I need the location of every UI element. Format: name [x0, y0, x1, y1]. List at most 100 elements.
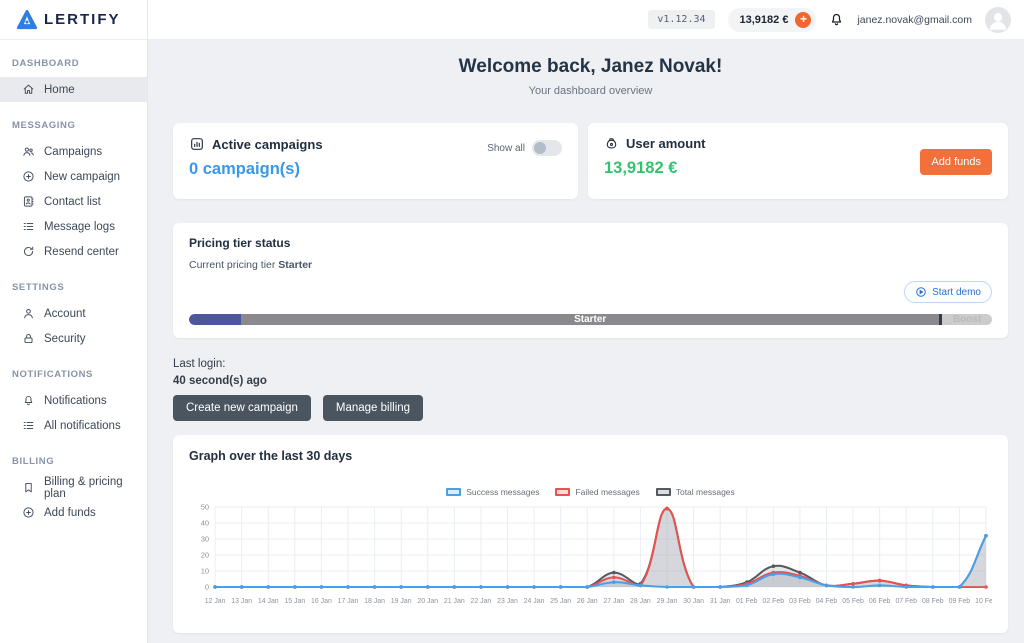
- sidebar-item-label: Resend center: [44, 246, 119, 258]
- sidebar-item-label: Message logs: [44, 221, 115, 233]
- money-bag-icon: [604, 136, 619, 151]
- user-icon: [22, 307, 35, 320]
- sidebar-item-home[interactable]: Home: [0, 77, 147, 102]
- page-title: Welcome back, Janez Novak!: [173, 56, 1008, 78]
- sidebar-item-resend-center[interactable]: Resend center: [0, 239, 147, 264]
- sidebar-item-contact-list[interactable]: Contact list: [0, 189, 147, 214]
- pricing-current-tier-value: Starter: [278, 259, 312, 271]
- svg-text:02 Feb: 02 Feb: [763, 598, 785, 605]
- toggle-knob: [534, 142, 546, 154]
- card-title: User amount: [626, 136, 705, 151]
- svg-text:21 Jan: 21 Jan: [444, 598, 465, 605]
- svg-text:16 Jan: 16 Jan: [311, 598, 332, 605]
- address-book-icon: [22, 195, 35, 208]
- svg-text:27 Jan: 27 Jan: [603, 598, 624, 605]
- brand-logo[interactable]: LERTIFY: [0, 0, 147, 40]
- sidebar-item-message-logs[interactable]: Message logs: [0, 214, 147, 239]
- legend-item[interactable]: Total messages: [656, 487, 735, 497]
- topbar: v1.12.34 13,9182 € + janez.novak@gmail.c…: [148, 0, 1024, 40]
- balance-amount: 13,9182 €: [740, 14, 789, 26]
- notifications-bell-icon[interactable]: [829, 12, 844, 27]
- legend-item[interactable]: Success messages: [446, 487, 539, 497]
- sidebar-item-notifications[interactable]: Notifications: [0, 388, 147, 413]
- sidebar-item-billing-pricing-plan[interactable]: Billing & pricing plan: [0, 475, 147, 500]
- section-title-messaging: MESSAGING: [0, 114, 147, 139]
- user-email: janez.novak@gmail.com: [857, 14, 972, 26]
- svg-text:17 Jan: 17 Jan: [338, 598, 359, 605]
- avatar[interactable]: [985, 7, 1011, 33]
- sidebar-item-label: Account: [44, 308, 86, 320]
- pricing-current-label: Current pricing tier: [189, 259, 275, 271]
- svg-text:28 Jan: 28 Jan: [630, 598, 651, 605]
- list-icon: [22, 419, 35, 432]
- svg-text:24 Jan: 24 Jan: [524, 598, 545, 605]
- create-new-campaign-button[interactable]: Create new campaign: [173, 395, 311, 421]
- bookmark-icon: [22, 481, 35, 494]
- start-demo-button[interactable]: Start demo: [904, 281, 992, 303]
- legend-swatch: [446, 488, 461, 496]
- refresh-icon: [22, 245, 35, 258]
- legend-swatch: [555, 488, 570, 496]
- version-badge: v1.12.34: [648, 10, 714, 29]
- sidebar-item-account[interactable]: Account: [0, 301, 147, 326]
- svg-text:0: 0: [205, 583, 209, 592]
- svg-text:25 Jan: 25 Jan: [550, 598, 571, 605]
- svg-text:30 Jan: 30 Jan: [683, 598, 704, 605]
- sidebar-item-campaigns[interactable]: Campaigns: [0, 139, 147, 164]
- user-amount-card: User amount 13,9182 € Add funds: [588, 123, 1008, 199]
- svg-text:06 Feb: 06 Feb: [869, 598, 891, 605]
- sidebar: LERTIFY DASHBOARD Home MESSAGING Campaig…: [0, 0, 148, 643]
- sidebar-item-new-campaign[interactable]: New campaign: [0, 164, 147, 189]
- svg-text:23 Jan: 23 Jan: [497, 598, 518, 605]
- sidebar-item-all-notifications[interactable]: All notifications: [0, 413, 147, 438]
- svg-text:50: 50: [201, 503, 209, 512]
- svg-text:07 Feb: 07 Feb: [895, 598, 917, 605]
- svg-text:08 Feb: 08 Feb: [922, 598, 944, 605]
- page-subtitle: Your dashboard overview: [173, 85, 1008, 97]
- plus-circle-icon: [22, 506, 35, 519]
- add-funds-plus-icon[interactable]: +: [795, 12, 811, 28]
- last-login-value: 40 second(s) ago: [173, 375, 1008, 387]
- main-area: v1.12.34 13,9182 € + janez.novak@gmail.c…: [148, 0, 1024, 643]
- show-all-toggle[interactable]: [532, 140, 562, 156]
- sidebar-item-label: Security: [44, 333, 86, 345]
- brand-name: LERTIFY: [44, 11, 121, 28]
- lock-icon: [22, 332, 35, 345]
- last-login-label: Last login:: [173, 358, 1008, 370]
- sidebar-item-label: All notifications: [44, 420, 121, 432]
- svg-text:04 Feb: 04 Feb: [816, 598, 838, 605]
- svg-text:15 Jan: 15 Jan: [284, 598, 305, 605]
- balance-pill[interactable]: 13,9182 € +: [728, 8, 817, 32]
- add-funds-button[interactable]: Add funds: [920, 149, 992, 175]
- pricing-title: Pricing tier status: [189, 236, 992, 250]
- sidebar-item-label: Billing & pricing plan: [44, 476, 147, 500]
- manage-billing-button[interactable]: Manage billing: [323, 395, 423, 421]
- legend-item[interactable]: Failed messages: [555, 487, 639, 497]
- sidebar-item-add-funds[interactable]: Add funds: [0, 500, 147, 525]
- sidebar-item-label: Notifications: [44, 395, 107, 407]
- next-tier-segment: Boost: [942, 314, 992, 325]
- svg-text:19 Jan: 19 Jan: [391, 598, 412, 605]
- active-campaigns-card: Active campaigns 0 campaign(s) Show all: [173, 123, 578, 199]
- section-title-settings: SETTINGS: [0, 276, 147, 301]
- sidebar-item-label: Add funds: [44, 507, 96, 519]
- svg-text:30: 30: [201, 535, 209, 544]
- card-title: Active campaigns: [212, 137, 323, 152]
- sidebar-item-label: Campaigns: [44, 146, 102, 158]
- start-demo-label: Start demo: [932, 287, 981, 298]
- chart-legend: Success messages Failed messages Total mes…: [189, 487, 992, 497]
- sidebar-item-label: New campaign: [44, 171, 120, 183]
- legend-swatch: [656, 488, 671, 496]
- last-login-block: Last login: 40 second(s) ago Create new …: [173, 358, 1008, 421]
- pricing-progress-bar: Starter Boost: [189, 314, 992, 325]
- tier-label: Starter: [241, 314, 939, 325]
- svg-text:12 Jan: 12 Jan: [205, 598, 226, 605]
- chart-title: Graph over the last 30 days: [189, 449, 992, 463]
- svg-text:13 Jan: 13 Jan: [231, 598, 252, 605]
- svg-text:20 Jan: 20 Jan: [417, 598, 438, 605]
- svg-text:26 Jan: 26 Jan: [577, 598, 598, 605]
- sidebar-item-security[interactable]: Security: [0, 326, 147, 351]
- show-all-label: Show all: [487, 143, 525, 154]
- play-circle-icon: [915, 286, 927, 298]
- svg-text:22 Jan: 22 Jan: [471, 598, 492, 605]
